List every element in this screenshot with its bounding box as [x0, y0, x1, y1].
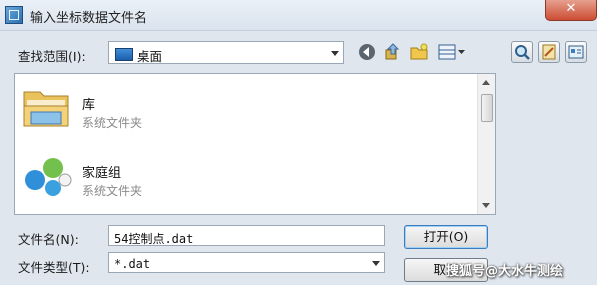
homegroup-icon	[25, 158, 72, 196]
search-button[interactable]	[511, 41, 533, 63]
list-item[interactable]: 库 系统文件夹	[15, 74, 479, 140]
filetype-label: 文件类型(T):	[18, 260, 90, 275]
properties-icon	[568, 45, 584, 59]
filetype-value: *.dat	[114, 257, 151, 271]
view-menu-icon[interactable]	[437, 42, 467, 62]
lookin-value: 桌面	[137, 49, 163, 64]
list-item[interactable]: 家庭组 系统文件夹	[15, 142, 479, 208]
search-icon	[515, 45, 530, 60]
filetype-dropdown[interactable]: *.dat	[108, 252, 385, 273]
filename-value: 54控制点.dat	[114, 232, 194, 246]
chevron-down-icon	[372, 260, 380, 266]
filename-label: 文件名(N):	[18, 232, 79, 247]
back-icon[interactable]	[357, 42, 377, 62]
scrollbar-thumb[interactable]	[481, 94, 493, 122]
list-item-name: 家庭组	[82, 166, 122, 181]
title-bar: 输入坐标数据文件名 ✕	[0, 0, 597, 31]
list-item-name: 库	[82, 98, 96, 113]
open-button[interactable]: 打开(O)	[404, 225, 488, 249]
tools-button[interactable]	[538, 41, 560, 63]
chevron-down-icon	[331, 50, 339, 56]
new-folder-icon[interactable]	[409, 42, 429, 62]
lookin-label: 查找范围(I):	[18, 49, 86, 64]
watermark: 搜狐号@大水牛测绘	[446, 264, 564, 279]
scrollbar[interactable]	[477, 74, 495, 214]
scroll-down-icon[interactable]	[482, 203, 490, 208]
app-icon	[5, 6, 23, 24]
scroll-up-icon[interactable]	[482, 80, 490, 85]
library-folder-icon	[23, 91, 69, 127]
window-title: 输入坐标数据文件名	[30, 11, 148, 26]
up-folder-icon[interactable]	[383, 42, 403, 62]
properties-button[interactable]	[565, 41, 587, 63]
file-list[interactable]: 库 系统文件夹 家庭组 系统文件夹	[14, 73, 496, 215]
list-item-type: 系统文件夹	[82, 116, 143, 130]
close-button[interactable]: ✕	[545, 0, 597, 21]
tools-icon	[542, 44, 556, 60]
filename-field[interactable]: 54控制点.dat	[108, 225, 385, 246]
list-item-type: 系统文件夹	[82, 184, 143, 198]
desktop-icon	[115, 48, 133, 61]
lookin-dropdown[interactable]: 桌面	[108, 41, 344, 64]
